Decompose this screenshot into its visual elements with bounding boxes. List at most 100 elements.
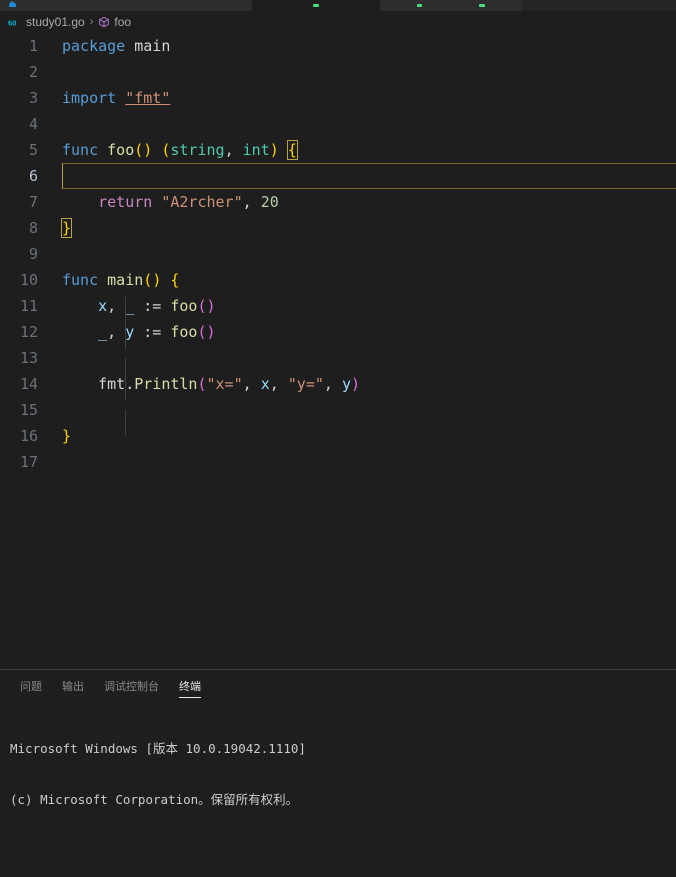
token-string: "A2rcher" bbox=[161, 193, 243, 211]
tab-output[interactable]: 输出 bbox=[52, 670, 94, 702]
breadcrumb-file[interactable]: GO study01.go bbox=[8, 15, 85, 29]
line-content[interactable]: import "fmt" bbox=[50, 89, 676, 107]
code-line[interactable]: 8 } bbox=[0, 215, 676, 241]
code-line[interactable]: 9 bbox=[0, 241, 676, 267]
token-brace-match-open: { bbox=[286, 140, 298, 160]
token-comma: , bbox=[242, 375, 252, 393]
token-comma: , bbox=[107, 297, 117, 315]
code-line[interactable]: 3 import "fmt" bbox=[0, 85, 676, 111]
token-string: "y=" bbox=[287, 375, 324, 393]
editor-tab-bar-empty bbox=[522, 0, 676, 11]
code-line[interactable]: 1 package main bbox=[0, 33, 676, 59]
token-operator: := bbox=[143, 323, 162, 341]
breadcrumb-separator: › bbox=[89, 16, 94, 28]
token-variable: y bbox=[341, 375, 351, 393]
line-content[interactable]: x, _ := foo() bbox=[50, 297, 676, 323]
tab-problems[interactable]: 问题 bbox=[10, 670, 52, 702]
terminal-line: Microsoft Windows [版本 10.0.19042.1110] bbox=[10, 741, 306, 756]
token-type: string bbox=[170, 141, 225, 159]
code-line[interactable]: 15 bbox=[0, 397, 676, 436]
line-number: 12 bbox=[19, 323, 38, 341]
breadcrumb-symbol[interactable]: foo bbox=[98, 15, 131, 29]
token-paren: ( bbox=[197, 297, 207, 315]
code-line[interactable]: 7 return "A2rcher", 20 bbox=[0, 189, 676, 215]
code-line[interactable]: 4 bbox=[0, 111, 676, 137]
code-line-active[interactable]: 6 bbox=[0, 163, 676, 189]
line-number: 10 bbox=[19, 271, 38, 289]
line-content[interactable]: func foo() (string, int) { bbox=[50, 140, 676, 160]
token-comma: , bbox=[242, 193, 252, 211]
line-number: 9 bbox=[28, 245, 38, 263]
token-variable: x bbox=[98, 297, 108, 315]
token-function: foo bbox=[170, 323, 198, 341]
token-paren: ) bbox=[143, 141, 153, 159]
code-line[interactable]: 5 func foo() (string, int) { bbox=[0, 137, 676, 163]
token-variable: x bbox=[260, 375, 270, 393]
token-paren: ( bbox=[197, 375, 207, 393]
line-content[interactable]: } bbox=[50, 427, 676, 445]
line-content[interactable]: func main() { bbox=[50, 271, 676, 289]
token-paren: ) bbox=[152, 271, 162, 289]
token-paren: ( bbox=[197, 323, 207, 341]
code-editor[interactable]: 1 package main 2 3 import "fmt" 4 5 func… bbox=[0, 33, 676, 669]
line-number: 8 bbox=[28, 219, 38, 237]
current-line-highlight bbox=[62, 163, 676, 189]
code-line[interactable]: 12 _, y := foo() bbox=[0, 319, 676, 349]
editor-tab-2[interactable] bbox=[252, 0, 380, 11]
line-number-active: 6 bbox=[28, 167, 38, 185]
line-number: 4 bbox=[28, 115, 38, 133]
token-package-ref: fmt bbox=[98, 375, 126, 393]
token-paren: ) bbox=[206, 297, 216, 315]
code-line[interactable]: 10 func main() { bbox=[0, 267, 676, 293]
line-number: 16 bbox=[19, 427, 38, 445]
token-dot: . bbox=[125, 375, 135, 393]
token-string: "fmt" bbox=[125, 89, 171, 107]
token-keyword: package bbox=[62, 37, 126, 55]
token-brace-match-close: } bbox=[60, 218, 73, 238]
token-blank-identifier: _ bbox=[125, 297, 135, 315]
line-number: 3 bbox=[28, 89, 38, 107]
go-file-icon bbox=[478, 0, 487, 7]
breadcrumb: GO study01.go › foo bbox=[0, 11, 676, 33]
code-line[interactable]: 16 } bbox=[0, 423, 676, 449]
go-gopher-icon: GO bbox=[8, 17, 22, 28]
go-file-icon bbox=[312, 0, 321, 7]
code-line[interactable]: 17 bbox=[0, 449, 676, 475]
code-line[interactable]: 2 bbox=[0, 59, 676, 85]
token-function: foo bbox=[170, 297, 198, 315]
tab-terminal[interactable]: 终端 bbox=[169, 670, 211, 702]
token-paren: ) bbox=[206, 323, 216, 341]
token-brace: { bbox=[170, 271, 180, 289]
token-paren: ) bbox=[351, 375, 361, 393]
token-number: 20 bbox=[260, 193, 279, 211]
vscode-window: GO study01.go › foo 1 package main 2 3 i… bbox=[0, 0, 676, 877]
line-number: 13 bbox=[19, 349, 38, 367]
token-brace: } bbox=[62, 427, 72, 445]
line-number: 14 bbox=[19, 375, 38, 393]
token-blank-identifier: _ bbox=[98, 323, 108, 341]
editor-tab-bar bbox=[0, 0, 676, 11]
terminal-output[interactable]: Microsoft Windows [版本 10.0.19042.1110] (… bbox=[0, 702, 676, 877]
tab-debug-console[interactable]: 调试控制台 bbox=[94, 670, 169, 702]
token-paren: ( bbox=[134, 141, 144, 159]
token-keyword: func bbox=[62, 271, 99, 289]
line-content[interactable]: _, y := foo() bbox=[50, 323, 676, 349]
terminal-line: (c) Microsoft Corporation。保留所有权利。 bbox=[10, 792, 299, 807]
code-line[interactable]: 11 x, _ := foo() bbox=[0, 293, 676, 323]
panel-tab-bar: 问题 输出 调试控制台 终端 bbox=[0, 670, 676, 702]
editor-tab-1[interactable] bbox=[0, 0, 252, 11]
token-paren: ( bbox=[143, 271, 153, 289]
line-content[interactable]: } bbox=[50, 218, 676, 238]
token-comma: , bbox=[323, 375, 333, 393]
token-operator: := bbox=[143, 297, 162, 315]
breadcrumb-file-label: study01.go bbox=[26, 15, 85, 29]
editor-tab-3[interactable] bbox=[380, 0, 522, 11]
package-cube-icon bbox=[98, 16, 110, 28]
line-content[interactable]: return "A2rcher", 20 bbox=[50, 193, 676, 211]
code-line[interactable]: 14 fmt.Println("x=", x, "y=", y) bbox=[0, 371, 676, 401]
line-number: 7 bbox=[28, 193, 38, 211]
line-content[interactable]: package main bbox=[50, 37, 676, 55]
code-line[interactable]: 13 bbox=[0, 345, 676, 384]
line-content[interactable]: fmt.Println("x=", x, "y=", y) bbox=[50, 375, 676, 401]
